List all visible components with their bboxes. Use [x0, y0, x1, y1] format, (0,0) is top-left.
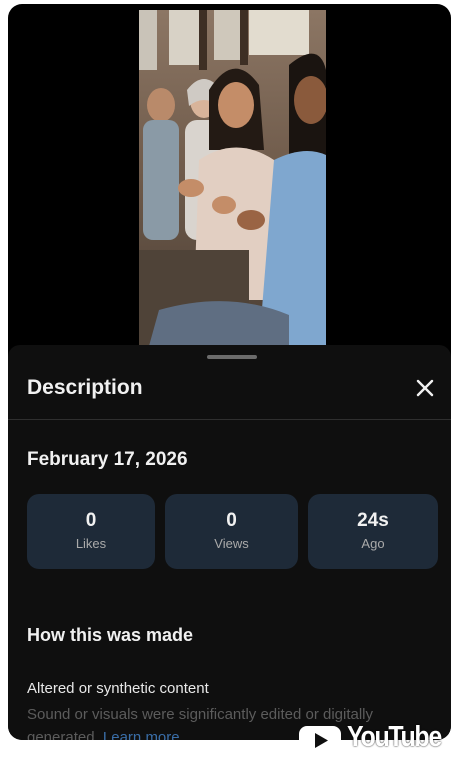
- views-label: Views: [214, 536, 249, 551]
- learn-more-link[interactable]: Learn more: [103, 729, 180, 740]
- altered-content-title: Altered or synthetic content: [27, 680, 209, 697]
- youtube-wordmark: YouTube: [347, 721, 442, 753]
- altered-desc-line1: Sound or visuals were significantly edit…: [27, 706, 374, 723]
- divider: [8, 419, 451, 420]
- age-value: 24s: [357, 510, 389, 531]
- close-icon: [416, 379, 434, 397]
- how-made-heading: How this was made: [27, 625, 194, 645]
- upload-date: February 17, 2026: [27, 449, 188, 470]
- likes-count: 0: [85, 510, 97, 531]
- age-stat: 24s Ago: [308, 494, 438, 569]
- likes-stat: 0 Likes: [27, 494, 155, 569]
- likes-label: Likes: [75, 536, 107, 551]
- video-thumbnail[interactable]: [139, 10, 326, 346]
- altered-desc-line2: generated.: [27, 729, 99, 740]
- age-label: Ago: [361, 536, 385, 551]
- views-count: 0: [226, 510, 237, 531]
- phone-screen: Description February 17, 2026 0 Likes 0 …: [8, 4, 451, 740]
- views-stat: 0 Views: [165, 494, 298, 569]
- close-button[interactable]: [412, 375, 438, 401]
- video-image: [139, 10, 326, 346]
- drag-handle[interactable]: [207, 355, 257, 359]
- youtube-watermark: YouTube: [297, 721, 447, 756]
- description-sheet: Description February 17, 2026 0 Likes 0 …: [8, 345, 451, 740]
- sheet-title: Description: [27, 376, 143, 399]
